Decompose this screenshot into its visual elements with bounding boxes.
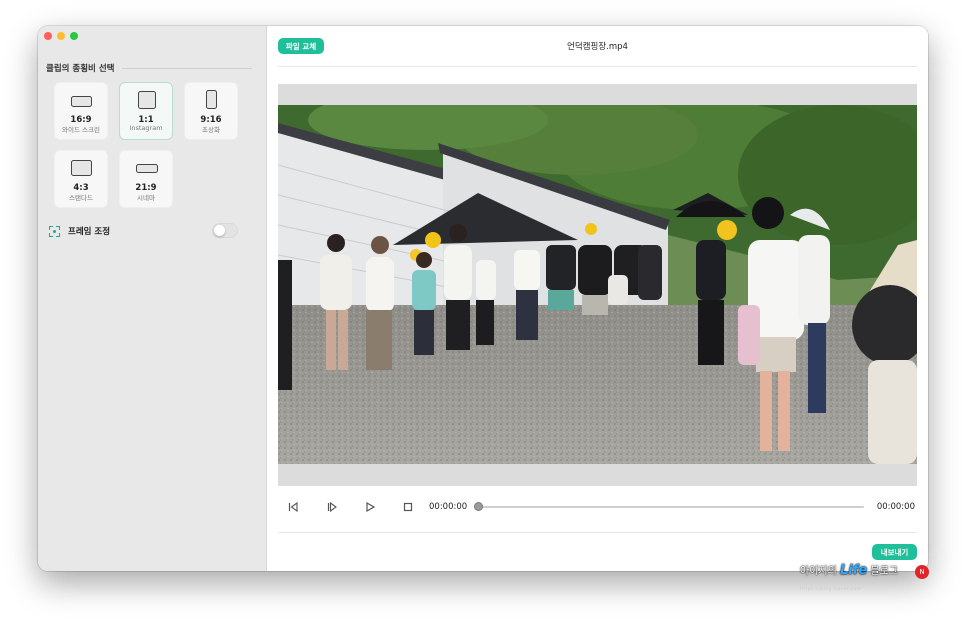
- aspect-ratio-section-header: 클립의 종횡비 선택: [46, 62, 252, 74]
- ratio-option-1-1[interactable]: 1:1 Instagram: [119, 82, 173, 140]
- square-ratio-icon: [138, 91, 156, 109]
- main-panel: 파일 교체 언덕캠핑장.mp4 00:00:00 00:00:00 내보내기: [267, 26, 928, 571]
- current-time: 00:00:00: [429, 502, 468, 512]
- ratio-sublabel: 와이드 스크린: [62, 126, 100, 134]
- footer-divider: [278, 532, 917, 533]
- close-window-button[interactable]: [44, 32, 52, 40]
- play-icon[interactable]: [363, 500, 377, 514]
- zoom-window-button[interactable]: [70, 32, 78, 40]
- skip-back-icon[interactable]: [286, 500, 300, 514]
- ratio-option-4-3[interactable]: 4:3 스탠다드: [54, 150, 108, 208]
- ratio-sublabel: 스탠다드: [69, 194, 93, 202]
- standard-ratio-icon: [71, 160, 92, 176]
- watermark-suffix: 블로그: [870, 566, 899, 577]
- sidebar: 클립의 종횡비 선택 16:9 와이드 스크린 1:1 Instagram 9:…: [38, 26, 267, 571]
- portrait-ratio-icon: [206, 90, 217, 109]
- ratio-option-16-9[interactable]: 16:9 와이드 스크린: [54, 82, 108, 140]
- frame-adjust-label: 프레임 조정: [68, 227, 111, 237]
- frame-adjust-row: 프레임 조정: [49, 224, 239, 238]
- video-frame[interactable]: [278, 105, 917, 464]
- watermark-brand: Life: [840, 563, 868, 578]
- playback-controls: 00:00:00 00:00:00: [278, 500, 917, 514]
- app-window: 클립의 종횡비 선택 16:9 와이드 스크린 1:1 Instagram 9:…: [38, 26, 928, 571]
- naver-badge-icon: N: [915, 565, 929, 579]
- minimize-window-button[interactable]: [57, 32, 65, 40]
- ratio-option-21-9[interactable]: 21:9 시네마: [119, 150, 173, 208]
- toggle-knob: [214, 225, 225, 236]
- timeline-thumb[interactable]: [474, 502, 483, 511]
- blog-watermark: 아이지의 Life 블로그 N https://blog.naver.com: [800, 562, 930, 592]
- header-divider: [278, 66, 917, 67]
- stop-icon[interactable]: [401, 500, 415, 514]
- ratio-option-9-16[interactable]: 9:16 초상화: [184, 82, 238, 140]
- export-button[interactable]: 내보내기: [872, 544, 917, 560]
- watermark-prefix: 아이지의: [800, 566, 837, 577]
- video-still-image: [278, 105, 917, 464]
- watermark-subtext: https://blog.naver.com: [800, 587, 862, 592]
- ratio-sublabel: 초상화: [202, 126, 220, 134]
- skip-forward-icon[interactable]: [325, 500, 339, 514]
- ratio-sublabel: Instagram: [129, 124, 163, 132]
- cinema-ratio-icon: [136, 164, 158, 173]
- video-preview-area: [278, 84, 917, 486]
- section-divider: [122, 67, 252, 69]
- frame-focus-icon: [49, 225, 60, 237]
- widescreen-ratio-icon: [71, 96, 92, 107]
- total-time: 00:00:00: [876, 502, 915, 512]
- ratio-sublabel: 시네마: [137, 194, 155, 202]
- aspect-ratio-section-title: 클립의 종횡비 선택: [46, 64, 115, 74]
- frame-adjust-toggle[interactable]: [212, 223, 238, 238]
- timeline-slider[interactable]: [474, 502, 864, 511]
- file-name-title: 언덕캠핑장.mp4: [567, 42, 628, 52]
- window-controls: [44, 32, 78, 40]
